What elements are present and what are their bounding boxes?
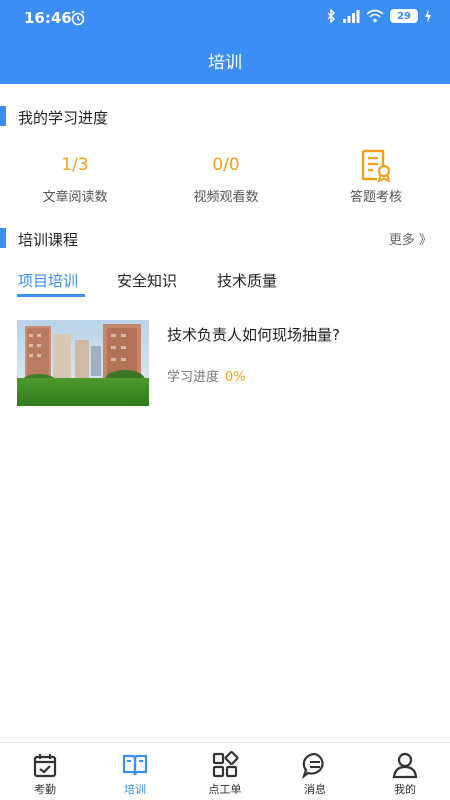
page-title: 培训 [208,53,242,73]
progress-section-title: 我的学习进度 [18,109,109,127]
bluetooth-icon [327,9,335,23]
status-time: 16:46 [24,9,72,27]
nav-label: 考勤 [34,783,56,796]
progress-label: 学习进度 [167,370,220,385]
stat-label: 视频观看数 [193,190,259,205]
battery-indicator: 29 [390,9,418,23]
stat-value [301,148,450,182]
course-progress: 学习进度 0% [167,366,246,385]
stat-videos-watched[interactable]: 0/0 视频观看数 [151,148,301,205]
stat-value: 1/3 [61,155,89,175]
bottom-nav: 考勤 培训 点工单 消息 我的 [0,742,450,800]
user-icon [392,752,418,779]
grid-apps-icon [212,751,239,778]
charging-icon [425,9,431,23]
progress-value: 0% [225,370,246,385]
more-courses-link[interactable]: 更多 》 [389,229,432,248]
nav-label: 消息 [304,783,326,796]
nav-item-profile[interactable]: 我的 [360,747,450,797]
nav-label: 我的 [394,783,416,796]
section-accent-bar [0,228,6,248]
course-list-item[interactable]: 技术负责人如何现场抽量? 学习进度 0% [17,320,437,408]
stat-label: 答题考核 [349,190,402,205]
stat-label: 文章阅读数 [42,190,108,205]
progress-stats: 1/3 文章阅读数 0/0 视频观看数 答题考核 [0,148,450,218]
course-thumbnail [17,320,149,406]
section-accent-bar [0,106,6,126]
course-title: 技术负责人如何现场抽量? [167,326,340,344]
calendar-check-icon [33,754,57,778]
certificate-icon [361,149,391,182]
message-icon [301,752,324,779]
tab-safety-knowledge[interactable]: 安全知识 [117,270,177,291]
alarm-icon [71,10,85,26]
active-tab-indicator [17,294,85,297]
nav-label: 点工单 [208,783,242,796]
stat-value: 0/0 [212,155,240,175]
stat-articles-read[interactable]: 1/3 文章阅读数 [0,148,150,205]
nav-item-work-order[interactable]: 点工单 [180,747,270,797]
status-indicators: 29 [326,9,432,23]
status-bar: 16:46 29 [0,0,450,36]
nav-item-training[interactable]: 培训 [90,747,180,797]
signal-icon [343,10,360,23]
header-bar: 16:46 29 培训 [0,0,450,84]
nav-label: 培训 [124,783,146,796]
wifi-icon [366,9,384,23]
nav-item-attendance[interactable]: 考勤 [0,747,90,797]
book-icon [122,754,148,776]
nav-item-messages[interactable]: 消息 [270,747,360,797]
courses-section-title: 培训课程 [18,231,79,249]
tab-technical-quality[interactable]: 技术质量 [217,270,277,291]
tab-project-training[interactable]: 项目培训 [18,270,78,291]
stat-quiz-assessment[interactable]: 答题考核 [301,148,450,205]
